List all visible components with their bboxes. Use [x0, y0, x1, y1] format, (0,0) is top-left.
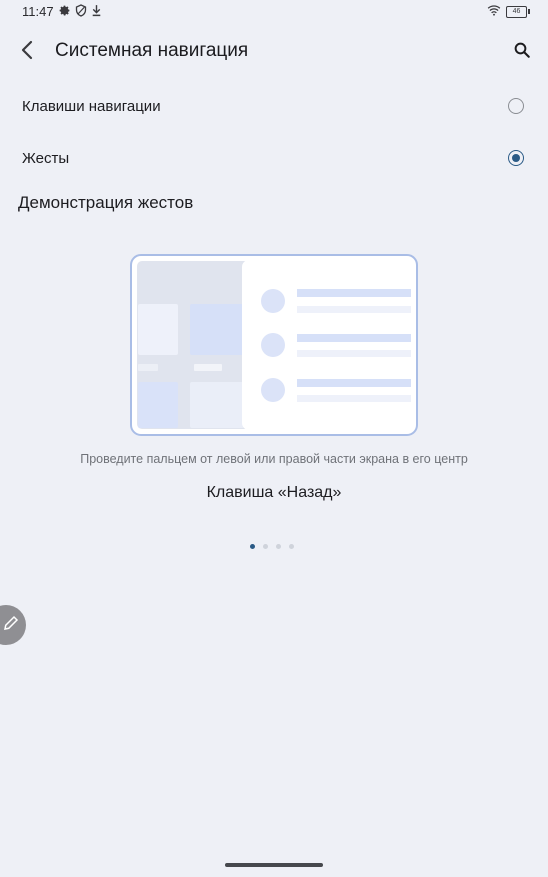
home-indicator[interactable] [225, 863, 323, 867]
search-icon [513, 41, 531, 64]
page-dot[interactable] [263, 544, 268, 549]
battery-icon: 46 [506, 5, 530, 18]
app-bar: Системная навигация [0, 30, 548, 74]
gear-icon [58, 4, 71, 20]
gesture-caption: Проведите пальцем от левой или правой ча… [80, 452, 468, 466]
page-dot[interactable] [276, 544, 281, 549]
gesture-demo-illustration [130, 254, 418, 436]
battery-level: 46 [506, 5, 527, 18]
download-icon [91, 4, 102, 20]
page-dot[interactable] [250, 544, 255, 549]
status-time: 11:47 [22, 4, 54, 19]
status-icons-right: 46 [487, 4, 530, 19]
back-button[interactable] [14, 38, 40, 66]
search-button[interactable] [508, 38, 536, 66]
page-title: Системная навигация [55, 40, 249, 61]
gesture-name: Клавиша «Назад» [206, 484, 342, 501]
nav-keys-radio[interactable] [508, 98, 524, 114]
back-arrow-icon [20, 40, 34, 65]
status-icons-left [58, 4, 102, 20]
option-gestures-label: Жесты [22, 150, 70, 167]
floating-edit-button[interactable] [0, 605, 26, 645]
pencil-icon [2, 614, 20, 637]
option-nav-keys-label: Клавиши навигации [22, 98, 161, 115]
section-title: Демонстрация жестов [18, 193, 194, 212]
option-gestures[interactable]: Жесты [0, 135, 548, 183]
gestures-radio[interactable] [508, 150, 524, 166]
wifi-icon [487, 4, 501, 19]
page-indicator[interactable] [250, 544, 294, 549]
option-nav-keys[interactable]: Клавиши навигации [0, 83, 548, 131]
status-bar: 11:47 46 [0, 0, 548, 24]
shield-icon [75, 4, 87, 20]
page-dot[interactable] [289, 544, 294, 549]
